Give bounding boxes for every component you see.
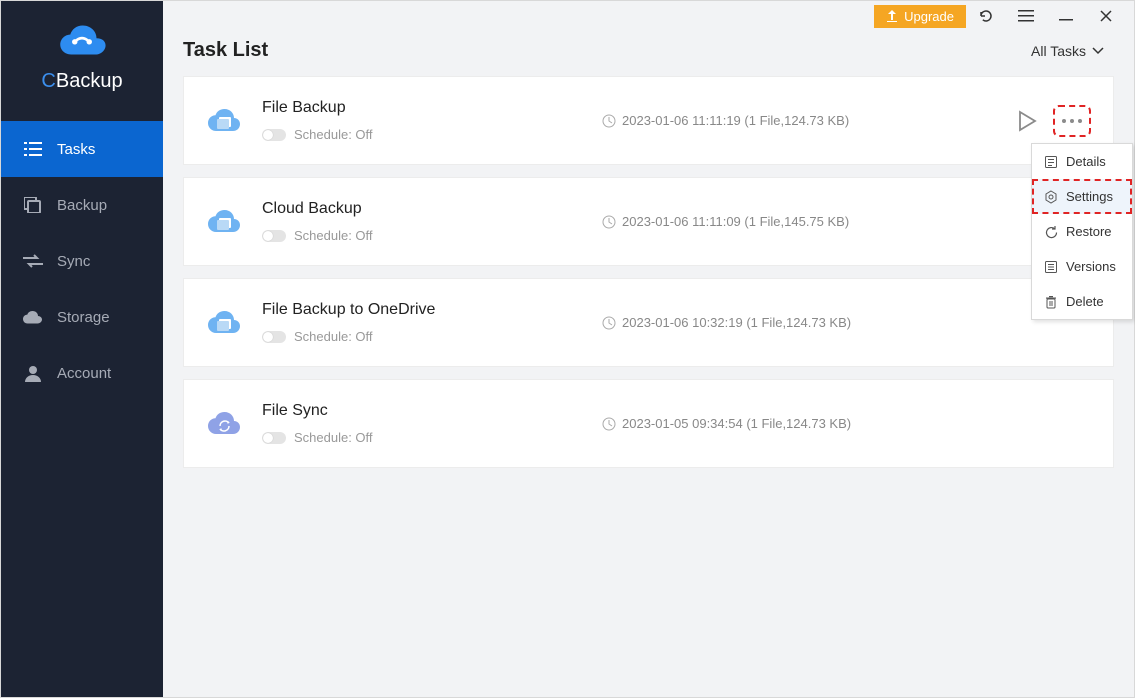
task-name: File Sync: [262, 402, 602, 420]
task-filter-dropdown[interactable]: All Tasks: [1031, 43, 1104, 59]
task-body: File Sync Schedule: Off: [262, 402, 602, 445]
titlebar: Upgrade: [163, 1, 1134, 31]
user-icon: [23, 363, 43, 383]
task-row: File Backup to OneDrive Schedule: Off 20…: [183, 278, 1114, 367]
menu-item-label: Restore: [1066, 224, 1112, 239]
menu-item-label: Versions: [1066, 259, 1116, 274]
refresh-button[interactable]: [966, 1, 1006, 31]
cloud-file-icon: [204, 107, 244, 135]
task-meta-text: 2023-01-06 11:11:19 (1 File,124.73 KB): [622, 113, 849, 128]
schedule-label: Schedule: Off: [294, 430, 373, 445]
sidebar-item-sync[interactable]: Sync: [1, 233, 163, 289]
upgrade-button[interactable]: Upgrade: [874, 5, 966, 28]
stack-icon: [23, 195, 43, 215]
logo-cloud-icon: [53, 21, 111, 59]
settings-icon: [1044, 190, 1058, 204]
list-icon: [23, 139, 43, 159]
menu-restore[interactable]: Restore: [1032, 214, 1132, 249]
schedule-label: Schedule: Off: [294, 127, 373, 142]
sidebar-item-label: Tasks: [57, 141, 95, 158]
schedule-toggle[interactable]: [262, 432, 286, 444]
task-body: Cloud Backup Schedule: Off: [262, 200, 602, 243]
menu-item-label: Details: [1066, 154, 1106, 169]
close-button[interactable]: [1086, 1, 1126, 31]
sidebar-item-account[interactable]: Account: [1, 345, 163, 401]
task-list: File Backup Schedule: Off 2023-01-06 11:…: [163, 76, 1134, 480]
task-meta: 2023-01-06 11:11:19 (1 File,124.73 KB): [602, 113, 849, 128]
brand-block: CBackup: [1, 1, 163, 111]
task-name: File Backup: [262, 99, 602, 117]
sync-icon: [23, 251, 43, 271]
clock-icon: [602, 417, 616, 431]
schedule-toggle[interactable]: [262, 129, 286, 141]
task-row: File Backup Schedule: Off 2023-01-06 11:…: [183, 76, 1114, 165]
task-more-button[interactable]: [1055, 107, 1089, 135]
task-meta: 2023-01-06 11:11:09 (1 File,145.75 KB): [602, 214, 849, 229]
details-icon: [1044, 155, 1058, 169]
delete-icon: [1044, 295, 1058, 309]
sidebar-item-tasks[interactable]: Tasks: [1, 121, 163, 177]
cloud-sync-icon: [204, 410, 244, 438]
sidebar-item-label: Sync: [57, 253, 90, 270]
task-row: Cloud Backup Schedule: Off 2023-01-06 11…: [183, 177, 1114, 266]
clock-icon: [602, 215, 616, 229]
sidebar-item-label: Account: [57, 365, 111, 382]
task-meta-text: 2023-01-06 11:11:09 (1 File,145.75 KB): [622, 214, 849, 229]
versions-icon: [1044, 260, 1058, 274]
restore-icon: [1044, 225, 1058, 239]
sidebar-item-label: Storage: [57, 309, 110, 326]
sidebar-item-storage[interactable]: Storage: [1, 289, 163, 345]
chevron-down-icon: [1092, 47, 1104, 55]
schedule-label: Schedule: Off: [294, 228, 373, 243]
schedule-toggle[interactable]: [262, 230, 286, 242]
menu-item-label: Delete: [1066, 294, 1104, 309]
task-meta-text: 2023-01-05 09:34:54 (1 File,124.73 KB): [622, 416, 851, 431]
cloud-file-icon: [204, 309, 244, 337]
page-header: Task List All Tasks: [163, 31, 1134, 76]
menu-details[interactable]: Details: [1032, 144, 1132, 179]
task-meta: 2023-01-05 09:34:54 (1 File,124.73 KB): [602, 416, 851, 431]
task-name: Cloud Backup: [262, 200, 602, 218]
menu-delete[interactable]: Delete: [1032, 284, 1132, 319]
task-body: File Backup to OneDrive Schedule: Off: [262, 301, 602, 344]
menu-versions[interactable]: Versions: [1032, 249, 1132, 284]
task-row: File Sync Schedule: Off 2023-01-05 09:34…: [183, 379, 1114, 468]
cloud-icon: [23, 307, 43, 327]
sidebar-item-label: Backup: [57, 197, 107, 214]
cloud-file-icon: [204, 208, 244, 236]
task-body: File Backup Schedule: Off: [262, 99, 602, 142]
run-task-button[interactable]: [1017, 110, 1037, 132]
nav: Tasks Backup Sync Storage Account: [1, 111, 163, 401]
brand-rest: Backup: [56, 70, 123, 92]
schedule-toggle[interactable]: [262, 331, 286, 343]
task-meta: 2023-01-06 10:32:19 (1 File,124.73 KB): [602, 315, 851, 330]
brand-text: CBackup: [1, 70, 163, 93]
page-title: Task List: [183, 39, 268, 62]
sidebar-item-backup[interactable]: Backup: [1, 177, 163, 233]
clock-icon: [602, 114, 616, 128]
filter-label: All Tasks: [1031, 43, 1086, 59]
task-context-menu: Details Settings Restore Versions Delete: [1031, 143, 1133, 320]
minimize-button[interactable]: [1046, 1, 1086, 31]
brand-c: C: [41, 70, 55, 92]
task-name: File Backup to OneDrive: [262, 301, 602, 319]
upgrade-label: Upgrade: [904, 9, 954, 24]
menu-button[interactable]: [1006, 1, 1046, 31]
menu-settings[interactable]: Settings: [1032, 179, 1132, 214]
clock-icon: [602, 316, 616, 330]
main: Upgrade Task List All Tasks File Back: [163, 1, 1134, 697]
menu-item-label: Settings: [1066, 189, 1113, 204]
task-meta-text: 2023-01-06 10:32:19 (1 File,124.73 KB): [622, 315, 851, 330]
schedule-label: Schedule: Off: [294, 329, 373, 344]
upload-icon: [886, 10, 898, 22]
sidebar: CBackup Tasks Backup Sync Storage: [1, 1, 163, 697]
